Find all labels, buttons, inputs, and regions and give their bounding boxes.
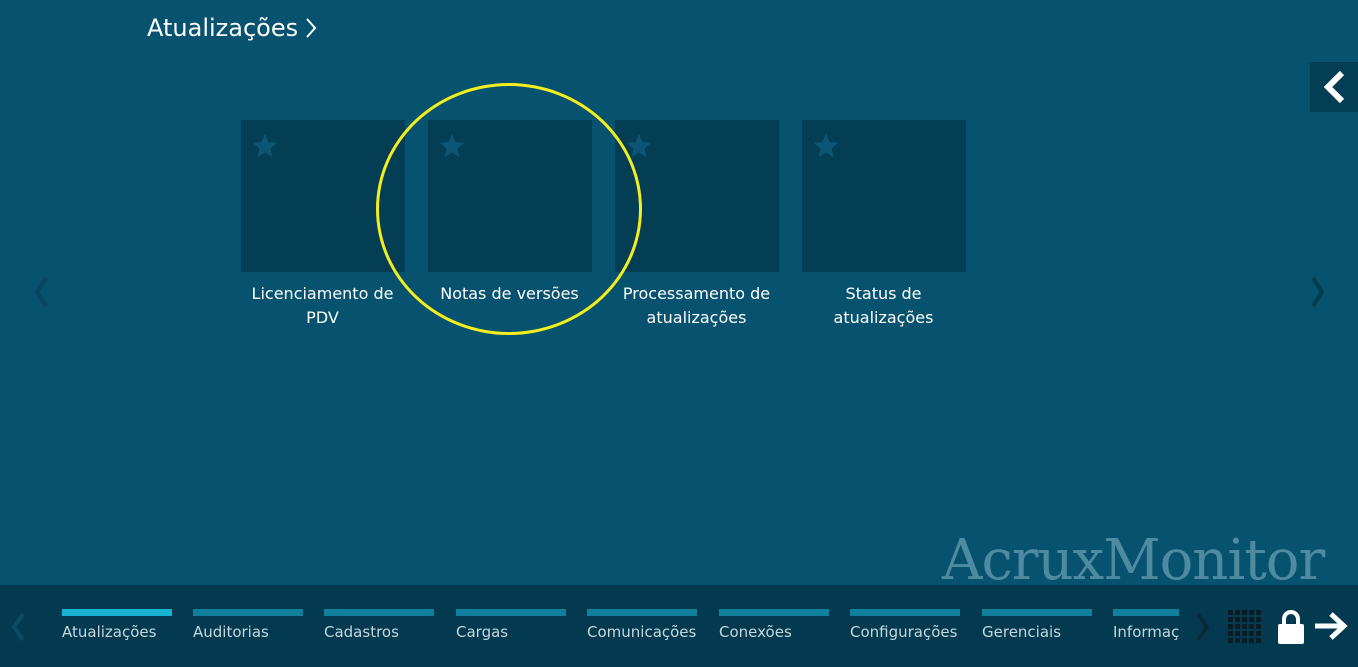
exit-button[interactable] [1313, 611, 1349, 645]
next-page-button[interactable] [1303, 270, 1333, 314]
tile-label: Licenciamento de PDV [251, 284, 394, 327]
tab-label: Atualizações [62, 623, 157, 641]
chevron-right-icon [306, 18, 317, 38]
tile-square[interactable] [615, 120, 779, 272]
tab-cargas[interactable]: Cargas [456, 609, 566, 649]
previous-page-button[interactable] [26, 270, 56, 314]
arrow-right-icon [1315, 612, 1348, 640]
tab-indicator [193, 609, 303, 616]
tab-label: Configurações [850, 623, 958, 641]
collapse-panel-button[interactable] [1310, 62, 1358, 112]
tab-indicator [324, 609, 434, 616]
tile-square[interactable] [802, 120, 966, 272]
app-watermark: AcruxMonitor [942, 528, 1325, 593]
tab-label: Comunicações [587, 623, 697, 641]
tile-notas-de-versoes[interactable]: Notas de versões [416, 120, 603, 306]
tab-label: Auditorias [193, 623, 269, 641]
tab-label: Cadastros [324, 623, 399, 641]
bottom-nav-bar: Atualizações Auditorias Cadastros Cargas… [0, 585, 1358, 667]
tab-indicator [62, 609, 172, 616]
tab-comunicacoes[interactable]: Comunicações [587, 609, 697, 649]
tab-indicator [1113, 609, 1179, 616]
grid-icon [1228, 610, 1261, 643]
page-title: Atualizações [147, 14, 299, 42]
tab-indicator [850, 609, 960, 616]
tile-licenciamento-de-pdv[interactable]: Licenciamento de PDV [229, 120, 416, 330]
tab-indicator [587, 609, 697, 616]
tile-square[interactable] [241, 120, 405, 272]
tab-label: Informações [1113, 623, 1179, 641]
tab-informacoes[interactable]: Informações [1113, 609, 1179, 649]
tab-conexoes[interactable]: Conexões [719, 609, 829, 649]
chevron-left-icon [34, 276, 48, 308]
lock-button[interactable] [1276, 609, 1306, 649]
tab-configuracoes[interactable]: Configurações [850, 609, 960, 649]
chevron-right-icon [1196, 612, 1210, 642]
chevron-right-icon [1311, 276, 1325, 308]
star-icon[interactable] [625, 132, 653, 160]
tab-label: Gerenciais [982, 623, 1062, 641]
tile-square[interactable] [428, 120, 592, 272]
tab-indicator [719, 609, 829, 616]
tile-label: Status de atualizações [833, 284, 934, 327]
tab-cadastros[interactable]: Cadastros [324, 609, 434, 649]
star-icon[interactable] [812, 132, 840, 160]
tile-processamento-de-atualizacoes[interactable]: Processamento de atualizações [603, 120, 790, 330]
tabs-scroll-left-button[interactable] [6, 607, 30, 647]
tab-indicator [456, 609, 566, 616]
breadcrumb[interactable]: Atualizações [147, 14, 318, 42]
tile-status-de-atualizacoes[interactable]: Status de atualizações [790, 120, 977, 330]
star-icon[interactable] [438, 132, 466, 160]
tab-indicator [982, 609, 1092, 616]
all-modules-button[interactable] [1228, 610, 1262, 648]
tab-label: Conexões [719, 623, 792, 641]
tab-auditorias[interactable]: Auditorias [193, 609, 303, 649]
tab-atualizacoes[interactable]: Atualizações [62, 609, 172, 649]
lock-icon [1278, 610, 1304, 644]
tab-gerenciais[interactable]: Gerenciais [982, 609, 1092, 649]
star-icon[interactable] [251, 132, 279, 160]
chevron-left-icon [11, 612, 25, 642]
tab-label: Cargas [456, 623, 509, 641]
chevron-left-icon [1323, 70, 1345, 104]
tab-strip: Atualizações Auditorias Cadastros Cargas… [62, 585, 1179, 667]
tabs-scroll-right-button[interactable] [1191, 607, 1215, 647]
tile-label: Notas de versões [440, 284, 579, 303]
tile-label: Processamento de atualizações [622, 284, 771, 327]
